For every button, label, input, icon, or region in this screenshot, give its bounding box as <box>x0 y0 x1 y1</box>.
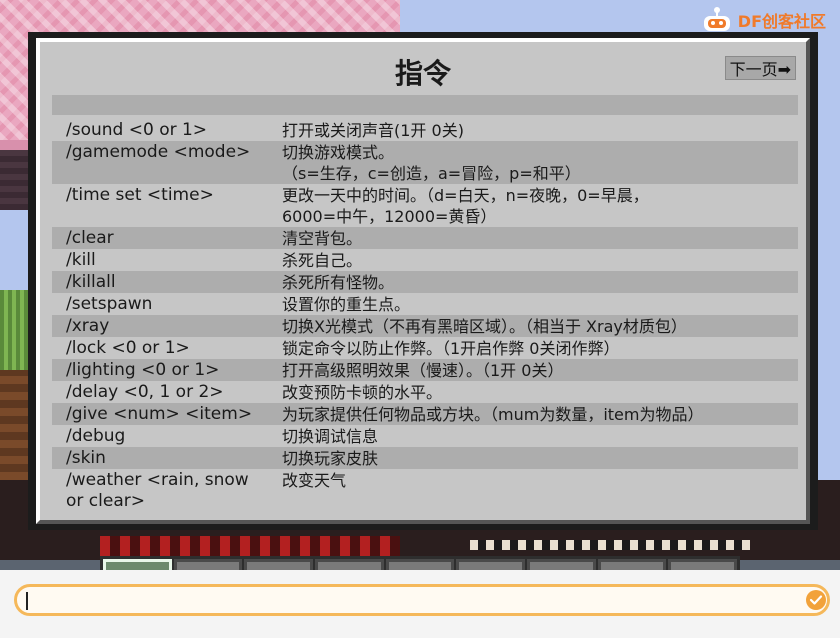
dirt-block <box>0 370 30 480</box>
table-row: /delay <0, 1 or 2> 改变预防卡顿的水平。 <box>52 381 798 403</box>
table-row: /xray 切换X光模式（不再有黑暗区域）。（相当于 Xray材质包） <box>52 315 798 337</box>
command-description: 为玩家提供任何物品或方块。（mum为数量，item为物品） <box>282 405 704 424</box>
dark-wood-block <box>0 150 30 210</box>
command-description: 清空背包。 <box>282 229 363 248</box>
table-row: /setspawn 设置你的重生点。 <box>52 293 798 315</box>
command-name: /killall <box>66 272 116 292</box>
command-name: /setspawn <box>66 294 153 314</box>
command-name: /skin <box>66 448 106 468</box>
command-name: /give <num> <item> <box>66 404 253 424</box>
robot-icon <box>700 6 734 34</box>
command-name: /clear <box>66 228 114 248</box>
command-name: /delay <0, 1 or 2> <box>66 382 224 402</box>
command-name: /gamemode <mode> <box>66 142 251 162</box>
command-name: /lighting <0 or 1> <box>66 360 220 380</box>
command-description: 设置你的重生点。 <box>282 295 411 314</box>
command-name: /weather <rain, snow or clear> <box>66 470 249 511</box>
table-row: /clear 清空背包。 <box>52 227 798 249</box>
command-description: 改变预防卡顿的水平。 <box>282 383 443 402</box>
table-row: /give <num> <item> 为玩家提供任何物品或方块。（mum为数量，… <box>52 403 798 425</box>
command-name: /xray <box>66 316 110 336</box>
commands-panel: 指令 下一页➡ /sound <0 or 1> 打开或关闭声音(1开 0关) /… <box>36 38 810 524</box>
grass-block <box>0 290 30 370</box>
table-row: /kill 杀死自己。 <box>52 249 798 271</box>
command-name: /sound <0 or 1> <box>66 120 208 140</box>
command-description: 切换玩家皮肤 <box>282 449 379 468</box>
panel-title: 指令 <box>394 57 451 90</box>
command-description: 更改一天中的时间。（d=白天，n=夜晚，0=早晨， 6000=中午，12000=… <box>282 186 649 226</box>
text-caret <box>26 592 28 610</box>
table-row: /debug 切换调试信息 <box>52 425 798 447</box>
table-row: /weather <rain, snow or clear> 改变天气 <box>52 469 798 512</box>
table-row: /time set <time> 更改一天中的时间。（d=白天，n=夜晚，0=早… <box>52 184 798 227</box>
table-row: /sound <0 or 1> 打开或关闭声音(1开 0关) <box>52 119 798 141</box>
check-circle-icon[interactable] <box>806 590 826 610</box>
chat-input[interactable] <box>14 584 830 616</box>
command-description: 杀死自己。 <box>282 251 363 270</box>
table-header-bar <box>52 95 798 115</box>
command-name: /debug <box>66 426 126 446</box>
logo-text: DF创客社区 <box>737 12 826 31</box>
redstone-row <box>100 536 400 556</box>
table-row: /gamemode <mode> 切换游戏模式。 （s=生存，c=创造，a=冒险… <box>52 141 798 184</box>
bone-row <box>470 540 750 550</box>
table-row: /skin 切换玩家皮肤 <box>52 447 798 469</box>
command-description: 打开高级照明效果（慢速）。（1开 0关） <box>282 361 564 380</box>
command-name: /lock <0 or 1> <box>66 338 190 358</box>
table-row: /lighting <0 or 1> 打开高级照明效果（慢速）。（1开 0关） <box>52 359 798 381</box>
table-row: /lock <0 or 1> 锁定命令以防止作弊。（1开启作弊 0关闭作弊） <box>52 337 798 359</box>
commands-table: /sound <0 or 1> 打开或关闭声音(1开 0关) /gamemode… <box>52 119 798 512</box>
command-description: 改变天气 <box>282 471 347 490</box>
command-description: 打开或关闭声音(1开 0关) <box>282 121 464 140</box>
command-name: /time set <time> <box>66 185 214 205</box>
command-description: 锁定命令以防止作弊。（1开启作弊 0关闭作弊） <box>282 339 620 358</box>
next-page-button[interactable]: 下一页➡ <box>724 56 796 80</box>
chat-bar <box>0 570 840 638</box>
command-description: 切换调试信息 <box>282 427 379 446</box>
command-description: 杀死所有怪物。 <box>282 273 395 292</box>
command-description: 切换X光模式（不再有黑暗区域）。（相当于 Xray材质包） <box>282 317 687 336</box>
command-name: /kill <box>66 250 96 270</box>
df-logo: DF创客社区 <box>700 6 826 34</box>
table-row: /killall 杀死所有怪物。 <box>52 271 798 293</box>
command-description: 切换游戏模式。 （s=生存，c=创造，a=冒险，p=和平） <box>282 143 581 183</box>
